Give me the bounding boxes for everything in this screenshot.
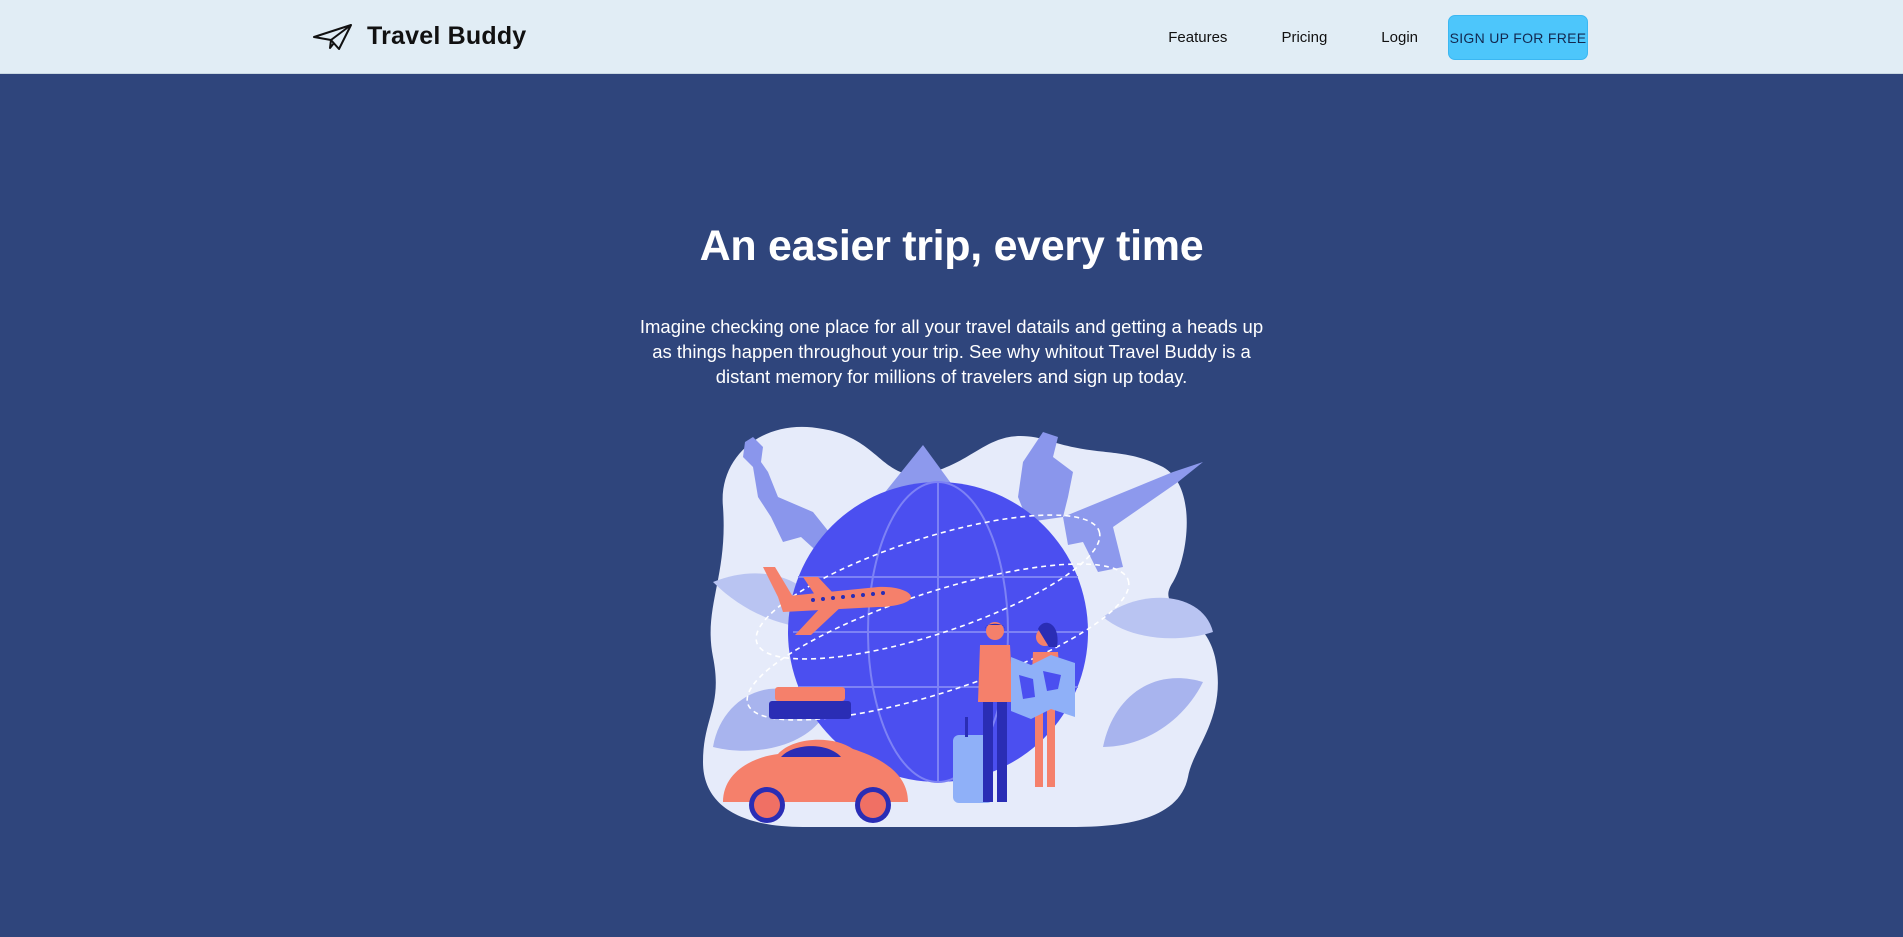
nav-links: Features Pricing Login SIGN UP FOR FREE	[1168, 15, 1588, 60]
nav-link-login[interactable]: Login	[1381, 29, 1418, 46]
hero-title: An easier trip, every time	[699, 222, 1204, 270]
hero-section: An easier trip, every time Imagine check…	[0, 74, 1903, 937]
travel-illustration	[703, 426, 1218, 827]
top-navbar: Travel Buddy Features Pricing Login SIGN…	[0, 0, 1903, 74]
hero-description: Imagine checking one place for all your …	[639, 316, 1264, 387]
brand-name: Travel Buddy	[367, 22, 527, 50]
paper-plane-icon	[313, 23, 352, 50]
signup-button[interactable]: SIGN UP FOR FREE	[1448, 15, 1588, 60]
nav-link-pricing[interactable]: Pricing	[1281, 29, 1327, 46]
nav-link-features[interactable]: Features	[1168, 29, 1227, 46]
brand-logo[interactable]: Travel Buddy	[313, 22, 526, 51]
